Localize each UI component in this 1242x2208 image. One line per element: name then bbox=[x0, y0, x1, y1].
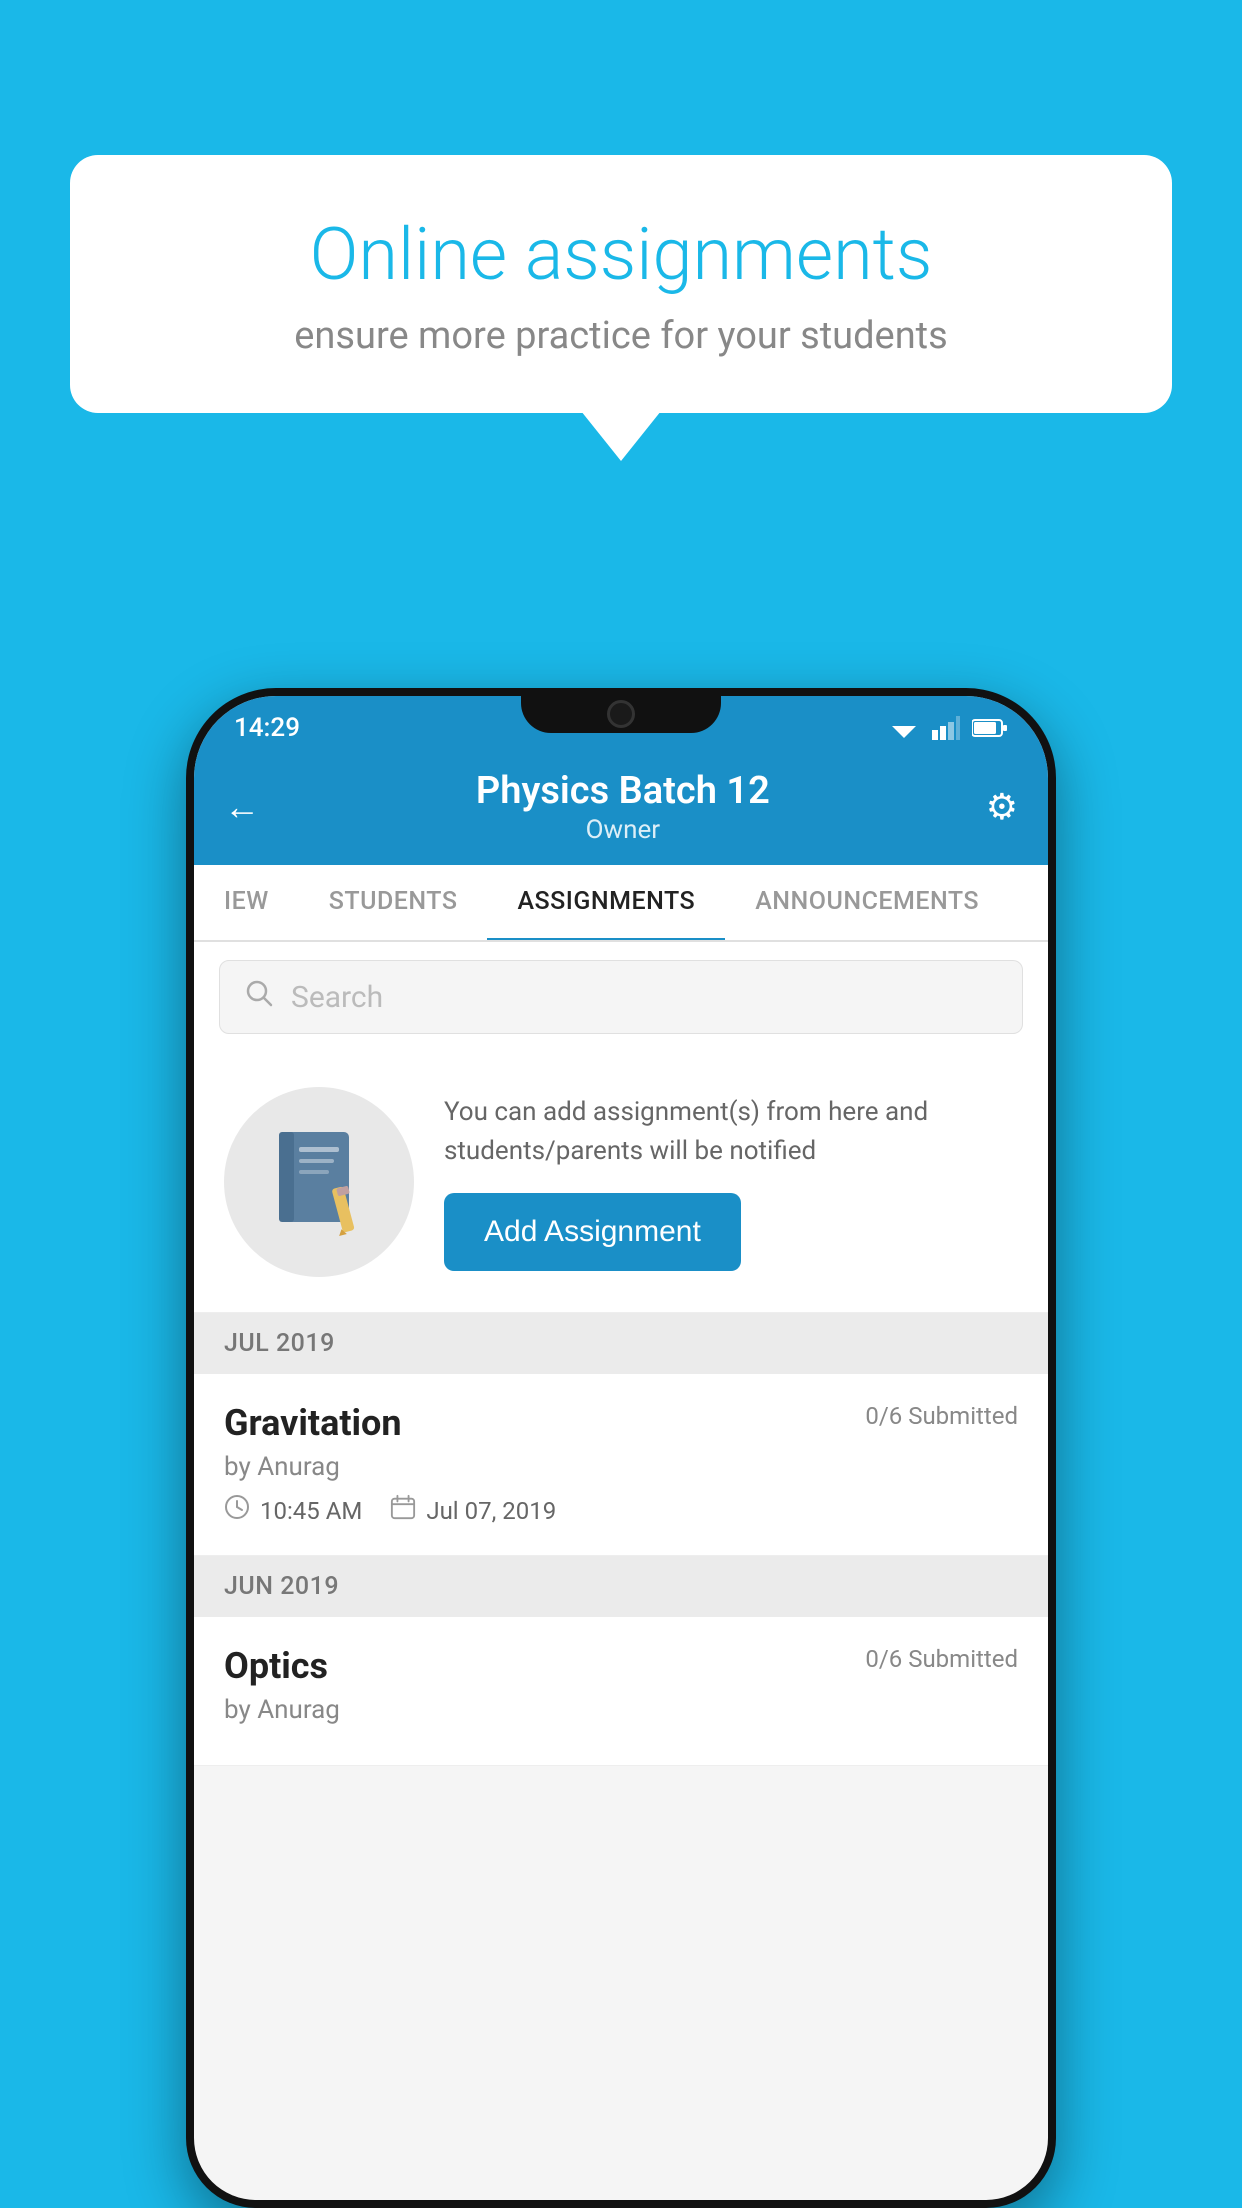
phone-frame: 14:29 bbox=[186, 688, 1056, 2208]
assignment-date-value: Jul 07, 2019 bbox=[426, 1497, 556, 1525]
assignment-title: Gravitation bbox=[224, 1402, 402, 1444]
section-header-jun: JUN 2019 bbox=[194, 1556, 1048, 1617]
status-icons bbox=[888, 716, 1008, 740]
speech-bubble-subtitle: ensure more practice for your students bbox=[140, 314, 1102, 358]
header-subtitle: Owner bbox=[476, 815, 770, 845]
phone-notch bbox=[521, 688, 721, 733]
assignment-header: Gravitation 0/6 Submitted bbox=[224, 1402, 1018, 1444]
calendar-icon bbox=[390, 1494, 416, 1527]
speech-bubble: Online assignments ensure more practice … bbox=[70, 155, 1172, 413]
battery-icon bbox=[972, 717, 1008, 739]
tab-assignments[interactable]: ASSIGNMENTS bbox=[487, 865, 725, 942]
assignment-optics-title: Optics bbox=[224, 1645, 328, 1687]
phone-screen: 14:29 bbox=[194, 696, 1048, 2200]
assignment-meta: 10:45 AM Jul 07, 2019 bbox=[224, 1494, 1018, 1527]
speech-bubble-container: Online assignments ensure more practice … bbox=[70, 155, 1172, 413]
search-placeholder: Search bbox=[291, 980, 383, 1015]
tabs-bar: IEW STUDENTS ASSIGNMENTS ANNOUNCEMENTS bbox=[194, 865, 1048, 942]
add-assignment-promo: You can add assignment(s) from here and … bbox=[194, 1052, 1048, 1313]
speech-bubble-title: Online assignments bbox=[140, 215, 1102, 294]
header-center: Physics Batch 12 Owner bbox=[476, 769, 770, 845]
search-container: Search bbox=[194, 942, 1048, 1052]
tab-iew[interactable]: IEW bbox=[194, 865, 299, 940]
front-camera bbox=[607, 700, 635, 728]
add-assignment-button[interactable]: Add Assignment bbox=[444, 1193, 741, 1271]
assignment-date: Jul 07, 2019 bbox=[390, 1494, 556, 1527]
clock-icon bbox=[224, 1494, 250, 1527]
signal-icon bbox=[932, 716, 960, 740]
assignment-time-value: 10:45 AM bbox=[260, 1497, 362, 1525]
settings-button[interactable]: ⚙ bbox=[986, 786, 1018, 828]
wifi-icon bbox=[888, 716, 920, 740]
status-time: 14:29 bbox=[234, 713, 300, 743]
header-title: Physics Batch 12 bbox=[476, 769, 770, 813]
tab-announcements[interactable]: ANNOUNCEMENTS bbox=[725, 865, 1009, 940]
assignment-optics-by: by Anurag bbox=[224, 1695, 1018, 1725]
assignment-optics-submitted: 0/6 Submitted bbox=[865, 1645, 1018, 1673]
search-icon bbox=[245, 979, 273, 1015]
notebook-icon bbox=[269, 1127, 369, 1237]
tab-students[interactable]: STUDENTS bbox=[299, 865, 488, 940]
search-input-wrapper[interactable]: Search bbox=[219, 960, 1023, 1034]
promo-content: You can add assignment(s) from here and … bbox=[444, 1093, 1018, 1271]
assignment-submitted: 0/6 Submitted bbox=[865, 1402, 1018, 1430]
assignment-item-gravitation[interactable]: Gravitation 0/6 Submitted by Anurag 10:4… bbox=[194, 1374, 1048, 1556]
promo-text: You can add assignment(s) from here and … bbox=[444, 1093, 1018, 1171]
assignment-item-optics[interactable]: Optics 0/6 Submitted by Anurag bbox=[194, 1617, 1048, 1766]
app-header: ← Physics Batch 12 Owner ⚙ bbox=[194, 751, 1048, 865]
assignment-time: 10:45 AM bbox=[224, 1494, 362, 1527]
section-header-jul: JUL 2019 bbox=[194, 1313, 1048, 1374]
assignment-optics-header: Optics 0/6 Submitted bbox=[224, 1645, 1018, 1687]
back-button[interactable]: ← bbox=[224, 786, 260, 828]
promo-icon bbox=[224, 1087, 414, 1277]
assignment-by: by Anurag bbox=[224, 1452, 1018, 1482]
